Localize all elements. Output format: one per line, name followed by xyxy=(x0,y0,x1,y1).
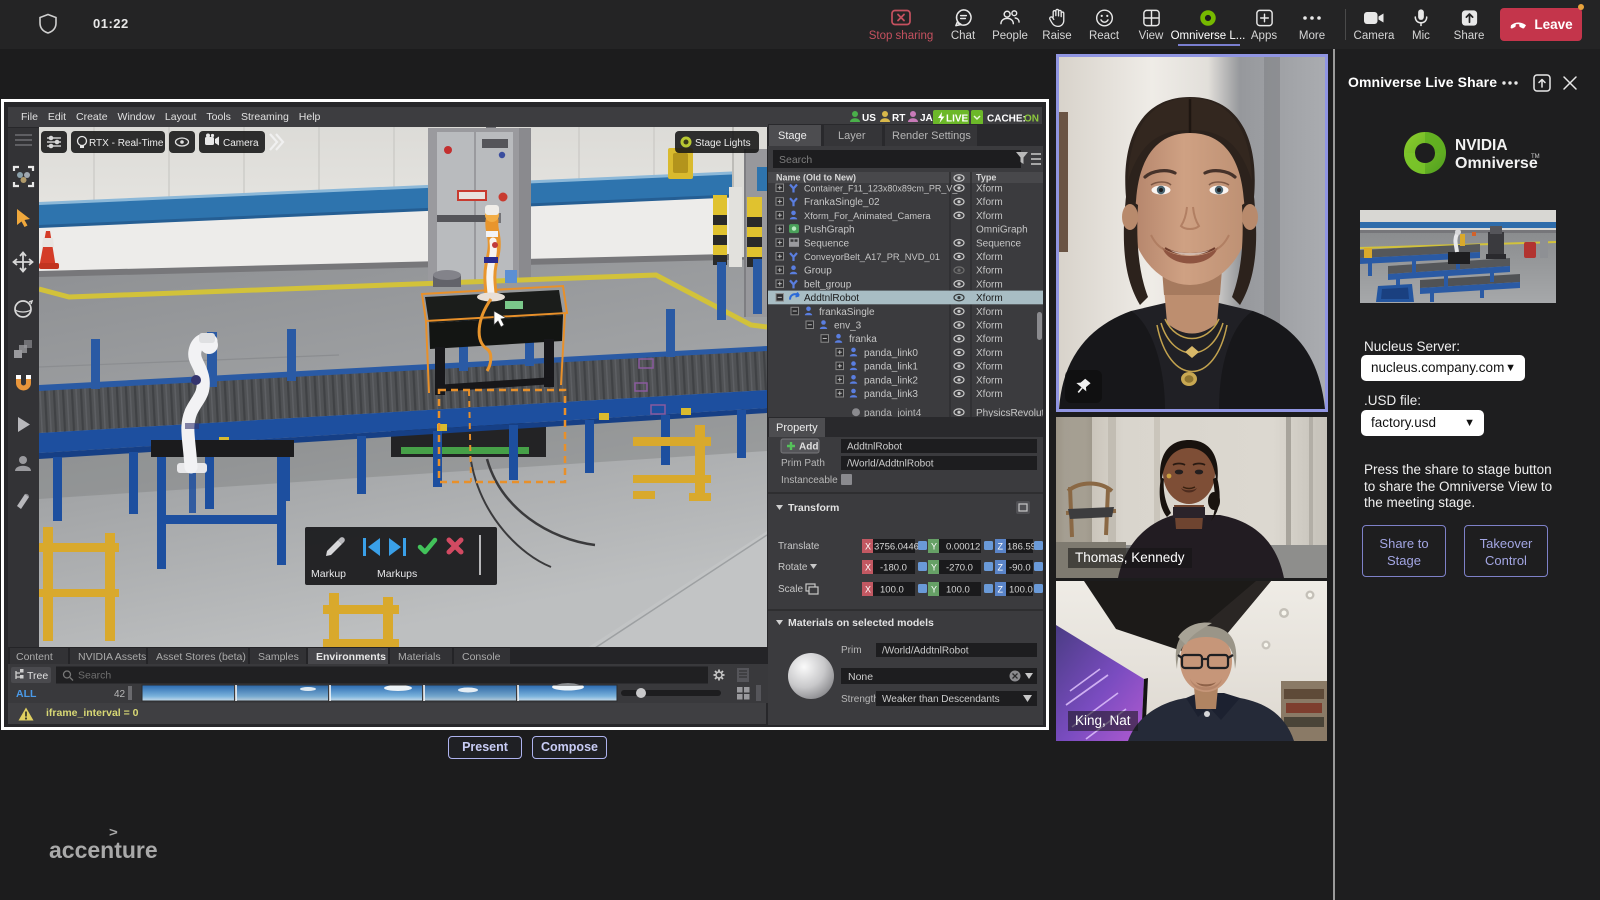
svg-text:Translate: Translate xyxy=(778,541,820,552)
svg-text:US: US xyxy=(862,113,876,124)
svg-text:FrankaSingle_02: FrankaSingle_02 xyxy=(804,197,880,208)
svg-text:100.0: 100.0 xyxy=(880,585,904,596)
svg-text:panda_link2: panda_link2 xyxy=(864,375,918,386)
svg-text:-90.0: -90.0 xyxy=(1009,563,1031,574)
svg-text:Materials on selected models: Materials on selected models xyxy=(788,617,934,629)
svg-text:Name (Old to New): Name (Old to New) xyxy=(776,173,856,183)
svg-text:Layer: Layer xyxy=(838,130,866,142)
svg-text:Xform: Xform xyxy=(976,197,1003,208)
svg-text:env_3: env_3 xyxy=(834,321,862,332)
svg-text:Y: Y xyxy=(931,585,937,595)
svg-text:frankaSingle: frankaSingle xyxy=(819,307,875,318)
svg-text:Container_F11_123x80x89cm_PR_V: Container_F11_123x80x89cm_PR_V_ xyxy=(804,184,958,194)
svg-text:NVIDIA Assets: NVIDIA Assets xyxy=(78,651,146,663)
svg-text:panda_link3: panda_link3 xyxy=(864,389,918,400)
svg-text:Scale: Scale xyxy=(778,584,803,595)
svg-text:/World/AddtnlRobot: /World/AddtnlRobot xyxy=(882,646,969,657)
svg-text:Materials: Materials xyxy=(398,651,441,663)
svg-text:Xform: Xform xyxy=(976,184,1003,195)
svg-text:Omniverse: Omniverse xyxy=(1455,155,1538,172)
svg-text:None: None xyxy=(848,671,873,683)
svg-text:Markup: Markup xyxy=(311,568,346,580)
svg-text:Xform: Xform xyxy=(976,321,1003,332)
svg-text:Samples: Samples xyxy=(258,651,299,663)
svg-text:X: X xyxy=(865,542,871,552)
svg-text:42: 42 xyxy=(114,689,126,700)
svg-text:LIVE: LIVE xyxy=(946,114,969,125)
svg-text:Rotate: Rotate xyxy=(778,562,808,573)
svg-text:Add: Add xyxy=(799,442,818,453)
svg-text:Instanceable: Instanceable xyxy=(781,475,838,486)
svg-text:Xform: Xform xyxy=(976,293,1003,304)
svg-text:panda_link1: panda_link1 xyxy=(864,362,918,373)
svg-text:Y: Y xyxy=(931,563,937,573)
svg-text:Environments: Environments xyxy=(316,651,386,663)
svg-text:Xform: Xform xyxy=(976,307,1003,318)
svg-text:Stage Lights: Stage Lights xyxy=(695,138,751,149)
svg-text:Stage: Stage xyxy=(778,130,807,142)
svg-text:Search: Search xyxy=(78,670,111,682)
svg-text:JA: JA xyxy=(920,113,933,124)
svg-text:X: X xyxy=(865,585,871,595)
svg-text:OmniGraph: OmniGraph xyxy=(976,225,1028,236)
svg-text:100.0: 100.0 xyxy=(1009,585,1033,596)
svg-text:Asset Stores (beta): Asset Stores (beta) xyxy=(156,651,246,663)
svg-text:Content: Content xyxy=(16,651,53,663)
svg-text:PushGraph: PushGraph xyxy=(804,225,855,236)
svg-text:Weaker than Descendants: Weaker than Descendants xyxy=(882,694,1000,705)
svg-text:Search: Search xyxy=(779,154,812,166)
svg-text:-270.0: -270.0 xyxy=(946,563,973,574)
svg-text:Xform_For_Animated_Camera: Xform_For_Animated_Camera xyxy=(804,211,931,221)
svg-text:3756.0446: 3756.0446 xyxy=(874,542,919,553)
svg-text:Y: Y xyxy=(931,542,937,552)
svg-text:Xform: Xform xyxy=(976,279,1003,290)
svg-text:Type: Type xyxy=(976,173,996,183)
svg-text:AddtnlRobot: AddtnlRobot xyxy=(804,293,859,304)
svg-text:X: X xyxy=(865,563,871,573)
svg-text:NVIDIA: NVIDIA xyxy=(1455,137,1508,154)
svg-text:Xform: Xform xyxy=(976,375,1003,386)
svg-text:panda_joint4: panda_joint4 xyxy=(864,408,922,417)
svg-text:Group: Group xyxy=(804,266,832,277)
svg-text:Xform: Xform xyxy=(976,252,1003,263)
svg-text:Xform: Xform xyxy=(976,334,1003,345)
svg-text:Render Settings: Render Settings xyxy=(892,130,971,142)
svg-text:AddtnlRobot: AddtnlRobot xyxy=(847,442,902,453)
svg-text:Z: Z xyxy=(998,585,1004,595)
svg-text:ConveyorBelt_A17_PR_NVD_01: ConveyorBelt_A17_PR_NVD_01 xyxy=(804,252,940,262)
svg-text:Xform: Xform xyxy=(976,362,1003,373)
svg-text:RT: RT xyxy=(892,113,905,124)
svg-text:Xform: Xform xyxy=(976,389,1003,400)
svg-text:Sequence: Sequence xyxy=(976,238,1021,249)
svg-text:Strength: Strength xyxy=(841,694,879,705)
svg-text:Prim: Prim xyxy=(841,645,862,656)
svg-text:Z: Z xyxy=(998,542,1004,552)
svg-text:Xform: Xform xyxy=(976,348,1003,359)
svg-text:Tree: Tree xyxy=(27,670,48,682)
svg-text:Z: Z xyxy=(998,563,1004,573)
svg-text:0.00012: 0.00012 xyxy=(946,542,980,553)
svg-text:RTX - Real-Time: RTX - Real-Time xyxy=(89,138,164,149)
svg-text:Markups: Markups xyxy=(377,568,417,580)
svg-text:PhysicsRevolute: PhysicsRevolute xyxy=(976,408,1043,417)
svg-text:/World/AddtnlRobot: /World/AddtnlRobot xyxy=(847,459,934,470)
svg-text:Property: Property xyxy=(776,422,818,434)
svg-text:Prim Path: Prim Path xyxy=(781,458,825,469)
svg-text:belt_group: belt_group xyxy=(804,279,852,290)
svg-text:panda_link0: panda_link0 xyxy=(864,348,918,359)
svg-text:100.0: 100.0 xyxy=(946,585,970,596)
svg-text:Sequence: Sequence xyxy=(804,238,849,249)
svg-text:Xform: Xform xyxy=(976,211,1003,222)
svg-text:ON: ON xyxy=(1024,114,1039,125)
svg-text:Transform: Transform xyxy=(788,502,839,514)
svg-text:Xform: Xform xyxy=(976,266,1003,277)
svg-text:TM: TM xyxy=(1531,154,1540,160)
svg-text:-180.0: -180.0 xyxy=(880,563,907,574)
svg-text:Camera: Camera xyxy=(223,138,259,149)
svg-text:CACHE:: CACHE: xyxy=(987,114,1026,125)
svg-text:ALL: ALL xyxy=(16,688,37,700)
svg-text:franka: franka xyxy=(849,334,877,345)
svg-text:Console: Console xyxy=(462,651,501,663)
